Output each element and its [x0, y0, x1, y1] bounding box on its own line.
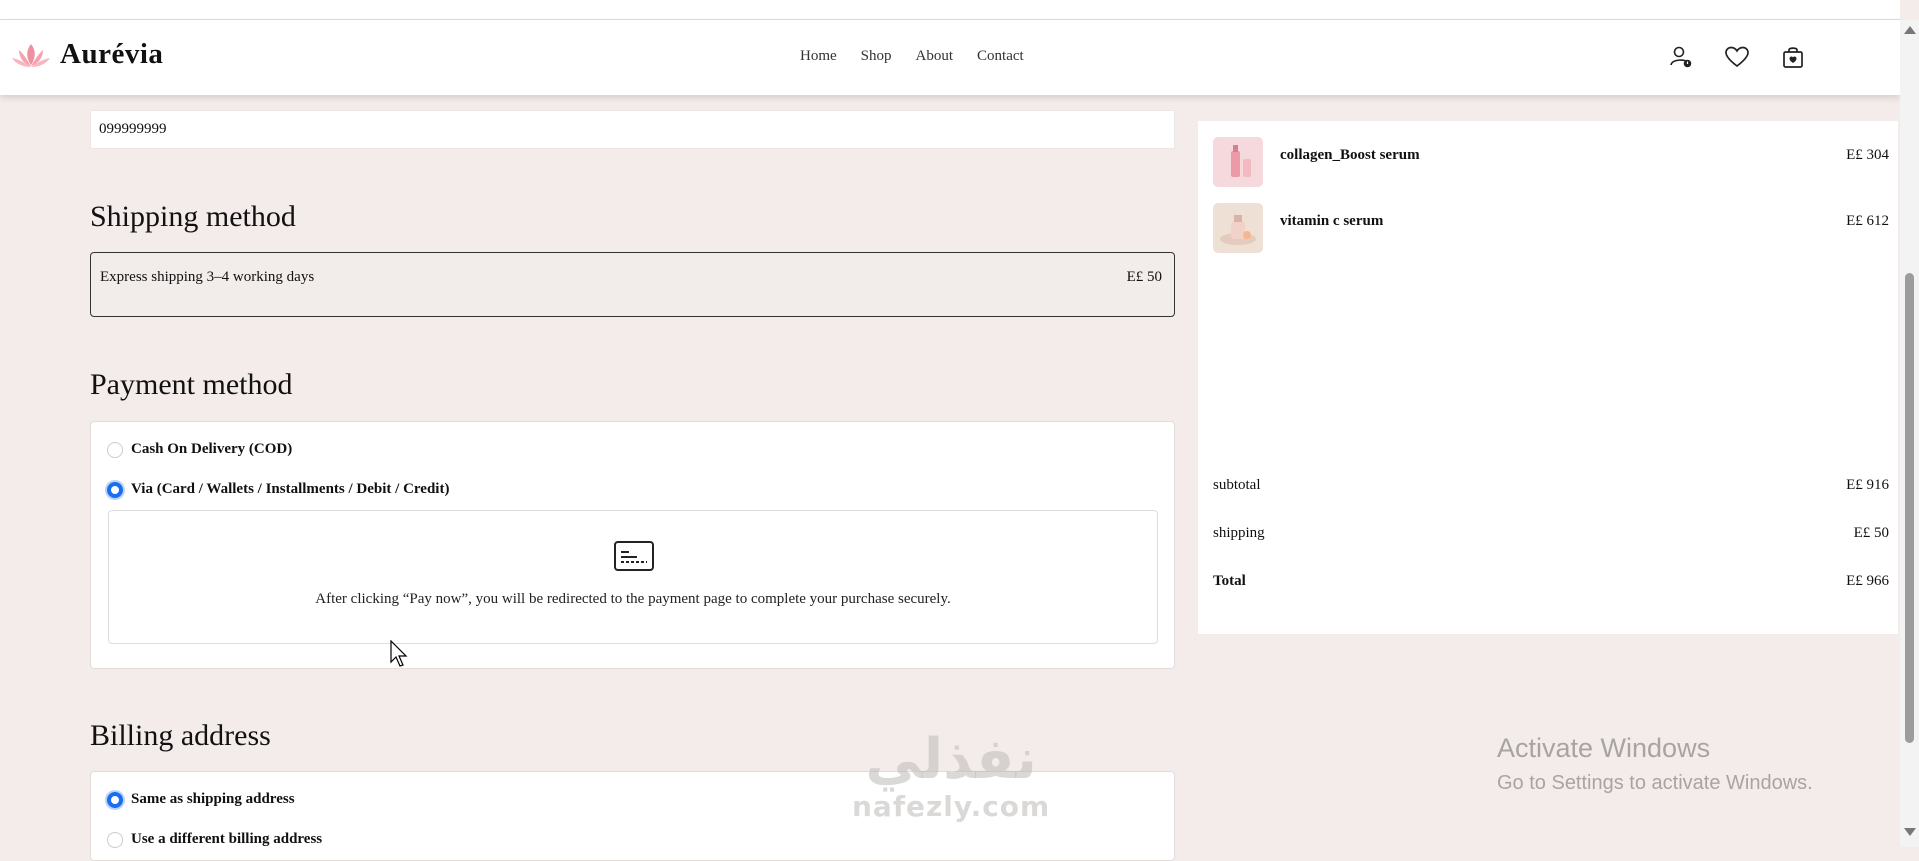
user-icon[interactable]: [1668, 44, 1694, 70]
subtotal-label: subtotal: [1213, 477, 1261, 493]
payment-option-card[interactable]: Via (Card / Wallets / Installments / Deb…: [107, 481, 449, 498]
shipping-row: shipping E£ 50: [1213, 525, 1889, 542]
subtotal-row: subtotal E£ 916: [1213, 477, 1889, 494]
order-item: collagen_Boost serum E£ 304: [1213, 137, 1889, 187]
nav-about[interactable]: About: [916, 48, 954, 65]
payment-option-cod[interactable]: Cash On Delivery (COD): [107, 441, 292, 458]
shipping-method-heading: Shipping method: [90, 200, 296, 233]
billing-option-same[interactable]: Same as shipping address: [107, 791, 295, 808]
payment-redirect-info: After clicking “Pay now”, you will be re…: [108, 510, 1158, 644]
browser-top-strip: [0, 0, 1900, 20]
total-label: Total: [1213, 573, 1246, 589]
nav-home[interactable]: Home: [800, 48, 837, 65]
billing-option-different-label: Use a different billing address: [131, 831, 323, 847]
radio-card[interactable]: [107, 481, 123, 498]
page-scrollbar[interactable]: [1900, 20, 1919, 847]
mouse-pointer-icon: [390, 639, 410, 673]
site-watermark: نفذلي nafezly.com: [852, 727, 1051, 824]
shipping-option-label: Express shipping 3–4 working days: [100, 269, 315, 285]
nav-shop[interactable]: Shop: [861, 48, 892, 65]
activation-subtitle: Go to Settings to activate Windows.: [1497, 772, 1813, 794]
payment-options: Cash On Delivery (COD) Via (Card / Walle…: [90, 421, 1175, 669]
shipping-option[interactable]: Express shipping 3–4 working days E£ 50: [90, 252, 1175, 317]
payment-method-heading: Payment method: [90, 368, 293, 401]
order-summary: collagen_Boost serum E£ 304 vitamin c se…: [1198, 121, 1898, 634]
windows-activation-watermark: Activate Windows Go to Settings to activ…: [1497, 733, 1813, 795]
payment-option-card-label: Via (Card / Wallets / Installments / Deb…: [131, 481, 450, 497]
billing-option-different[interactable]: Use a different billing address: [107, 831, 322, 848]
payment-redirect-message: After clicking “Pay now”, you will be re…: [315, 591, 951, 607]
brand-name: Aurévia: [60, 38, 164, 70]
credit-card-icon: [613, 539, 655, 578]
nav-contact[interactable]: Contact: [977, 48, 1024, 65]
cart-icon[interactable]: [1780, 44, 1806, 70]
payment-option-cod-label: Cash On Delivery (COD): [131, 441, 293, 457]
lotus-icon: [10, 40, 52, 70]
phone-input[interactable]: 099999999: [90, 110, 1175, 149]
shipping-label: shipping: [1213, 525, 1265, 541]
product-thumbnail: [1213, 137, 1263, 187]
total-value: E£ 966: [1846, 573, 1889, 589]
radio-billing-different[interactable]: [107, 831, 123, 848]
site-header: Aurévia Home Shop About Contact: [0, 20, 1900, 95]
order-item: vitamin c serum E£ 612: [1213, 203, 1889, 253]
heart-icon[interactable]: [1724, 44, 1750, 70]
order-item-name: collagen_Boost serum: [1280, 147, 1420, 163]
radio-billing-same[interactable]: [107, 791, 123, 808]
billing-address-heading: Billing address: [90, 719, 271, 752]
radio-cod[interactable]: [107, 441, 123, 458]
billing-option-same-label: Same as shipping address: [131, 791, 295, 807]
subtotal-value: E£ 916: [1846, 477, 1889, 493]
scroll-down-arrow-icon[interactable]: [1904, 828, 1916, 836]
scrollbar-thumb[interactable]: [1905, 273, 1914, 743]
shipping-option-price: E£ 50: [1126, 269, 1162, 285]
total-row: Total E£ 966: [1213, 573, 1889, 590]
site-watermark-arabic: نفذلي: [865, 727, 1037, 792]
product-thumbnail: [1213, 203, 1263, 253]
shipping-value: E£ 50: [1853, 525, 1889, 541]
header-icons: [1668, 44, 1806, 70]
activation-title: Activate Windows: [1497, 733, 1711, 763]
site-watermark-latin: nafezly.com: [852, 790, 1051, 823]
order-item-price: E£ 612: [1846, 213, 1889, 229]
brand[interactable]: Aurévia: [10, 38, 163, 71]
order-item-price: E£ 304: [1846, 147, 1889, 163]
order-item-name: vitamin c serum: [1280, 213, 1384, 229]
scroll-up-arrow-icon[interactable]: [1904, 26, 1916, 34]
main-nav: Home Shop About Contact: [800, 48, 1024, 65]
